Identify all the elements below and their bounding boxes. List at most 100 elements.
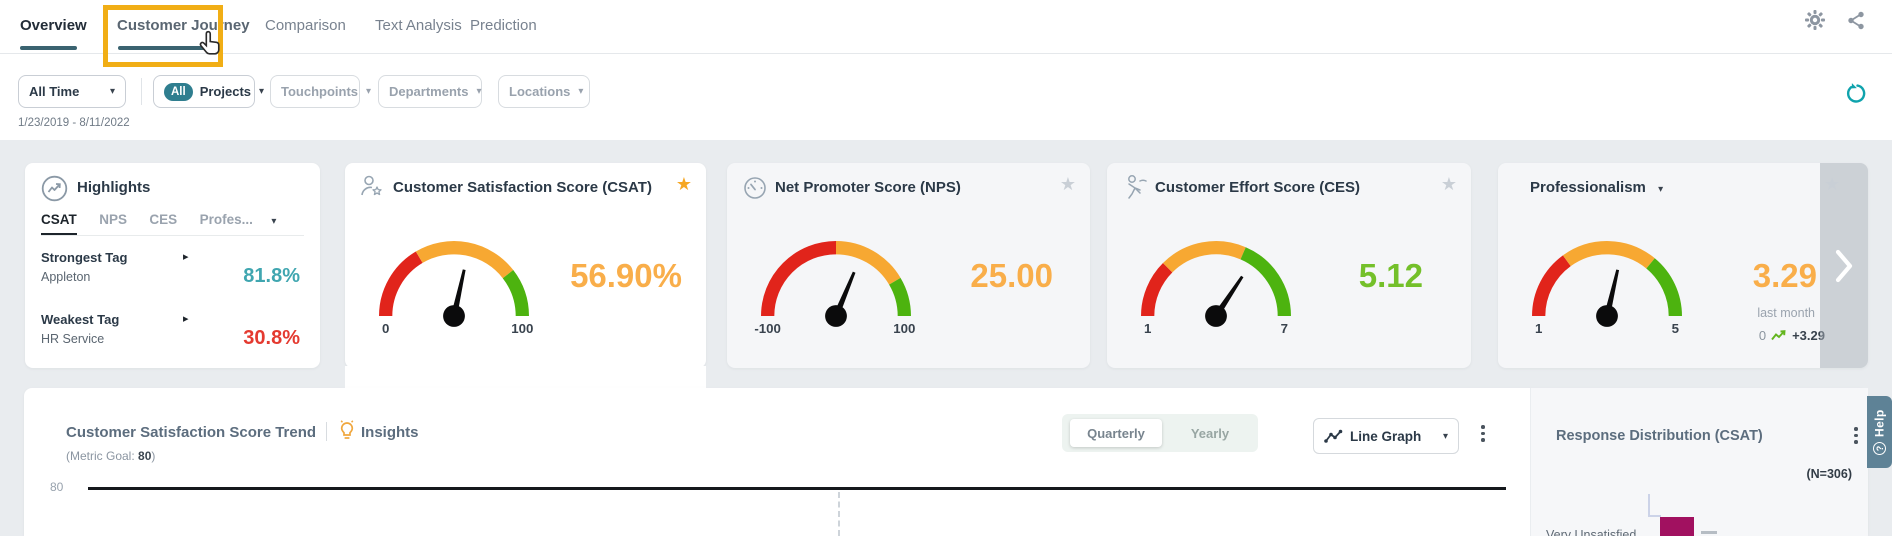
tab-prediction[interactable]: Prediction — [470, 17, 537, 34]
professionalism-title: Professionalism — [1530, 179, 1646, 196]
trend-title: Customer Satisfaction Score Trend — [66, 424, 316, 441]
ces-value: 5.12 — [1359, 257, 1423, 295]
help-label: Help — [1873, 409, 1887, 437]
nps-title: Net Promoter Score (NPS) — [775, 179, 961, 196]
departments-dropdown[interactable]: Departments ▾ — [378, 75, 482, 108]
interval-toggle: Quarterly Yearly — [1062, 414, 1258, 452]
professionalism-title-dropdown[interactable]: Professionalism ▾ — [1530, 179, 1663, 196]
chart-type-label: Line Graph — [1350, 429, 1421, 444]
previous-value: 0 — [1759, 328, 1766, 343]
locations-label: Locations — [509, 84, 570, 99]
distribution-title: Response Distribution (CSAT) — [1556, 428, 1763, 444]
svg-text:1: 1 — [1535, 321, 1543, 335]
csat-value: 56.90% — [570, 257, 682, 295]
last-month-label: last month — [1757, 306, 1815, 320]
chevron-down-icon: ▾ — [570, 86, 583, 97]
tab-comparison[interactable]: Comparison — [265, 17, 346, 34]
svg-text:5: 5 — [1672, 321, 1680, 335]
favorite-star-icon[interactable]: ★ — [1441, 175, 1457, 193]
highlights-tab-csat[interactable]: CSAT — [41, 212, 77, 235]
svg-text:7: 7 — [1281, 321, 1288, 335]
chevron-down-icon[interactable]: ▾ — [263, 216, 276, 227]
ces-card[interactable]: Customer Effort Score (CES) ★ 1 7 5.12 — [1107, 163, 1471, 368]
strongest-tag-row[interactable]: Strongest Tag ▸ Appleton — [41, 249, 127, 284]
effort-icon — [1123, 174, 1149, 202]
favorite-star-icon[interactable]: ★ — [1824, 175, 1840, 193]
weakest-tag-name: HR Service — [41, 332, 119, 346]
delta-row: 0 +3.29 — [1759, 328, 1825, 343]
csat-card[interactable]: Customer Satisfaction Score (CSAT) ★ 0 1… — [345, 163, 706, 368]
date-range-text: 1/23/2019 - 8/11/2022 — [18, 117, 130, 129]
chevron-right-icon: ▸ — [183, 250, 189, 263]
distribution-tick — [1701, 531, 1717, 534]
time-range-dropdown[interactable]: All Time ▾ — [18, 75, 126, 108]
locations-dropdown[interactable]: Locations ▾ — [498, 75, 590, 108]
chevron-right-icon — [1834, 249, 1854, 283]
distribution-panel — [1530, 388, 1868, 536]
distribution-category-label: Very Unsatisfied — [1546, 528, 1636, 536]
svg-text:100: 100 — [511, 321, 533, 335]
chevron-down-icon: ▾ — [1435, 431, 1448, 442]
highlights-tabs: CSAT NPS CES Profes... ▾ — [41, 211, 304, 236]
toggle-yearly[interactable]: Yearly — [1170, 419, 1250, 447]
chevron-down-icon: ▾ — [102, 86, 115, 97]
y-axis-tick-80: 80 — [50, 480, 63, 494]
metric-goal-line — [88, 487, 1506, 490]
share-icon[interactable] — [1846, 10, 1866, 31]
top-nav: Overview Customer Journey Comparison Tex… — [0, 0, 1892, 54]
distribution-menu-kebab-icon[interactable] — [1854, 427, 1858, 447]
csat-title: Customer Satisfaction Score (CSAT) — [393, 179, 652, 196]
chevron-down-icon: ▾ — [251, 86, 264, 97]
weakest-tag-row[interactable]: Weakest Tag ▸ HR Service — [41, 311, 119, 346]
highlights-card: Highlights CSAT NPS CES Profes... ▾ Stro… — [25, 163, 320, 368]
trend-menu-kebab-icon[interactable] — [1481, 425, 1485, 445]
tab-overview[interactable]: Overview — [20, 17, 87, 34]
departments-label: Departments — [389, 84, 468, 99]
csat-selected-connector — [345, 366, 706, 390]
weakest-tag-value: 30.8% — [243, 327, 300, 350]
strongest-tag-value: 81.8% — [243, 265, 300, 288]
refresh-icon[interactable] — [1844, 82, 1867, 105]
trend-circle-icon — [41, 175, 68, 202]
favorite-star-icon[interactable]: ★ — [1060, 175, 1076, 193]
insights-button[interactable]: Insights — [361, 424, 419, 441]
svg-text:-100: -100 — [754, 321, 781, 335]
gauge-icon — [743, 176, 767, 200]
chevron-down-icon: ▾ — [358, 86, 371, 97]
touchpoints-label: Touchpoints — [281, 84, 358, 99]
dashboard-page: Overview Customer Journey Comparison Tex… — [0, 0, 1892, 536]
question-icon: ? — [1873, 442, 1886, 455]
strongest-tag-label: Strongest Tag — [41, 250, 127, 265]
toggle-quarterly[interactable]: Quarterly — [1070, 419, 1162, 447]
person-star-icon — [359, 174, 385, 202]
projects-dropdown[interactable]: All Projects ▾ — [153, 75, 255, 108]
highlights-tab-professionalism[interactable]: Profes... — [200, 212, 253, 227]
weakest-tag-label: Weakest Tag — [41, 312, 119, 327]
time-range-value: All Time — [29, 84, 79, 99]
strongest-tag-name: Appleton — [41, 270, 127, 284]
ces-title: Customer Effort Score (CES) — [1155, 179, 1360, 196]
chevron-down-icon: ▾ — [1650, 184, 1663, 195]
hand-cursor-icon — [197, 30, 223, 60]
professionalism-gauge: 1 5 — [1512, 223, 1702, 335]
line-chart-icon — [1324, 429, 1343, 444]
tab-text-analysis[interactable]: Text Analysis — [375, 17, 462, 34]
svg-text:100: 100 — [893, 321, 915, 335]
highlights-tab-nps[interactable]: NPS — [99, 212, 127, 227]
distribution-whisker — [1648, 494, 1650, 517]
highlights-tab-ces[interactable]: CES — [149, 212, 177, 227]
ces-gauge: 1 7 — [1121, 223, 1311, 335]
title-divider — [326, 422, 327, 441]
projects-label: Projects — [200, 84, 251, 99]
help-button[interactable]: ? Help — [1867, 396, 1892, 468]
highlights-title: Highlights — [77, 179, 150, 196]
touchpoints-dropdown[interactable]: Touchpoints ▾ — [270, 75, 360, 108]
chevron-right-icon: ▸ — [183, 312, 189, 325]
professionalism-card[interactable]: Professionalism ▾ 1 5 3.29 last month 0 … — [1498, 163, 1868, 368]
gear-icon[interactable] — [1804, 9, 1826, 31]
nps-card[interactable]: Net Promoter Score (NPS) ★ -100 100 25.0… — [727, 163, 1090, 368]
trend-up-icon — [1771, 330, 1787, 342]
chart-type-dropdown[interactable]: Line Graph ▾ — [1313, 418, 1459, 454]
favorite-star-icon[interactable]: ★ — [676, 175, 692, 193]
chart-dashed-divider — [838, 492, 840, 536]
